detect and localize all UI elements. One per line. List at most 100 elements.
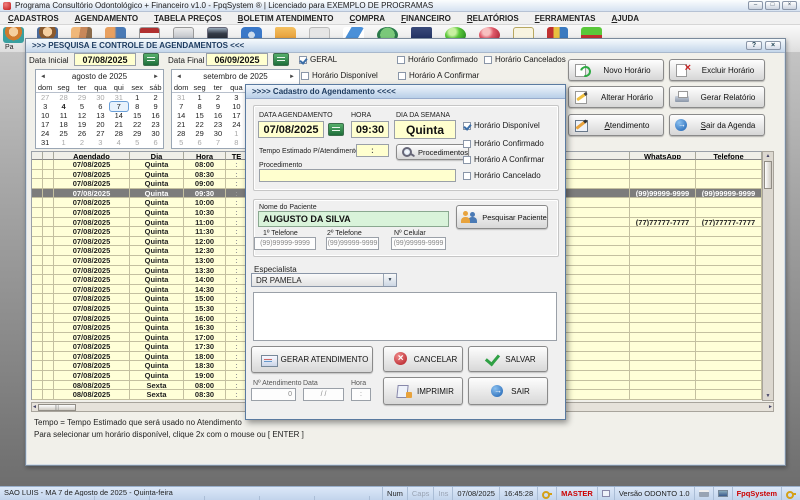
calendar-day[interactable]: 30 xyxy=(146,129,164,138)
checkbox-horario-confirmado[interactable]: Horário Confirmado xyxy=(397,55,478,64)
calendar-day[interactable]: 8 xyxy=(227,138,245,147)
calendar-day[interactable]: 1 xyxy=(54,138,72,147)
calendar-day[interactable]: 27 xyxy=(91,129,109,138)
scroll-right-icon[interactable]: ► xyxy=(768,403,773,411)
checkbox-box[interactable] xyxy=(398,72,406,80)
menu-item[interactable]: COMPRA xyxy=(342,14,394,23)
gerar-atendimento-button[interactable]: GERAR ATENDIMENTO xyxy=(251,346,373,373)
calendar-day[interactable]: 29 xyxy=(128,129,146,138)
dialog-checkbox-horario-disponivel[interactable]: Horário Disponível xyxy=(463,121,540,130)
column-header[interactable]: Hora xyxy=(184,152,226,160)
calendar-day[interactable]: 17 xyxy=(227,111,245,120)
checkbox-box[interactable] xyxy=(463,140,471,148)
calendar-day[interactable]: 28 xyxy=(172,129,190,138)
calendar-day[interactable]: 21 xyxy=(110,120,128,129)
calendar-day[interactable]: 10 xyxy=(36,111,54,120)
excluir-horario-button[interactable]: Excluir Horário xyxy=(669,59,765,81)
calendar-day[interactable]: 1 xyxy=(227,129,245,138)
scroll-left-icon[interactable]: ◄ xyxy=(32,403,37,411)
calendar-day[interactable]: 2 xyxy=(209,93,227,102)
menu-item[interactable]: FERRAMENTAS xyxy=(527,14,604,23)
calendar-day[interactable]: 9 xyxy=(209,102,227,111)
help-button[interactable]: ? xyxy=(746,41,762,50)
especialista-dropdown[interactable]: DR PAMELA▼ xyxy=(251,273,397,287)
data-agendamento-field[interactable]: 07/08/2025 xyxy=(258,121,324,138)
checkbox-box[interactable] xyxy=(299,56,307,64)
calendar-day[interactable]: 5 xyxy=(128,138,146,147)
hora-atendimento-field[interactable]: : xyxy=(351,388,371,401)
calendar-day[interactable]: 28 xyxy=(54,93,72,102)
atendimento-button[interactable]: Atendimento xyxy=(568,114,664,136)
calendar-day[interactable]: 11 xyxy=(54,111,72,120)
calendar-day[interactable]: 28 xyxy=(110,129,128,138)
prev-month-icon[interactable]: ◄ xyxy=(40,74,46,80)
scroll-thumb[interactable]: ||| xyxy=(38,404,76,411)
checkbox-horario-disponivel[interactable]: Horário Disponível xyxy=(301,71,378,80)
agenda-window-titlebar[interactable]: >>> PESQUISA E CONTROLE DE AGENDAMENTOS … xyxy=(26,39,785,53)
alterar-horario-button[interactable]: Alterar Horário xyxy=(568,86,664,108)
sair-agenda-button[interactable]: Sair da Agenda xyxy=(669,114,765,136)
calendar-day[interactable]: 7 xyxy=(209,138,227,147)
calendar-day[interactable]: 6 xyxy=(146,138,164,147)
column-header[interactable]: WhatsApp xyxy=(630,152,696,160)
calendar-day[interactable]: 30 xyxy=(91,93,109,102)
calendar-day[interactable]: 2 xyxy=(146,93,164,102)
woman-icon[interactable] xyxy=(3,27,24,43)
data-final-field[interactable]: 06/09/2025 xyxy=(206,53,268,66)
calendar-day[interactable]: 14 xyxy=(172,111,190,120)
checkbox-horario-cancelados[interactable]: Horário Cancelados xyxy=(484,55,566,64)
tempo-estimado-field[interactable]: : xyxy=(356,144,389,157)
checkbox-box[interactable] xyxy=(463,122,471,130)
dialog-titlebar[interactable]: >>>> Cadastro do Agendamento <<<< xyxy=(246,85,565,99)
menu-item[interactable]: FINANCEIRO xyxy=(393,14,459,23)
calendar-day[interactable]: 13 xyxy=(91,111,109,120)
calendar-day[interactable]: 31 xyxy=(172,93,190,102)
nome-paciente-field[interactable]: AUGUSTO DA SILVA xyxy=(258,211,449,227)
scroll-down-icon[interactable]: ▼ xyxy=(766,392,771,400)
observacoes-textarea[interactable] xyxy=(253,292,557,341)
menu-item[interactable]: AJUDA xyxy=(603,14,647,23)
close-button[interactable]: × xyxy=(782,1,797,10)
calendar-day[interactable]: 3 xyxy=(227,93,245,102)
calendar-day[interactable]: 22 xyxy=(190,120,208,129)
celular-field[interactable]: (99)99999-9999 xyxy=(391,237,446,250)
calendar-day[interactable]: 18 xyxy=(54,120,72,129)
calendar-day[interactable]: 22 xyxy=(128,120,146,129)
calendar-day[interactable]: 5 xyxy=(172,138,190,147)
calendar-day[interactable]: 29 xyxy=(73,93,91,102)
calendar-day[interactable]: 26 xyxy=(73,129,91,138)
calendar-day[interactable]: 8 xyxy=(128,102,146,111)
checkbox-box[interactable] xyxy=(463,172,471,180)
calendar-day[interactable]: 25 xyxy=(54,129,72,138)
calendar-day[interactable]: 14 xyxy=(110,111,128,120)
menu-item[interactable]: AGENDAMENTO xyxy=(67,14,146,23)
calendar-day[interactable]: 5 xyxy=(73,102,91,111)
calendar-day[interactable]: 1 xyxy=(128,93,146,102)
column-header[interactable]: Agendado xyxy=(54,152,130,160)
calendar-day[interactable]: 16 xyxy=(209,111,227,120)
calendar-day[interactable]: 24 xyxy=(227,120,245,129)
vertical-scrollbar[interactable]: ▲▼ xyxy=(762,151,774,401)
column-header[interactable] xyxy=(32,152,43,160)
calendar-day[interactable]: 4 xyxy=(110,138,128,147)
menu-item[interactable]: TABELA PREÇOS xyxy=(146,14,230,23)
calendar-day[interactable]: 6 xyxy=(91,102,109,111)
checkbox-box[interactable] xyxy=(301,72,309,80)
calendar-day[interactable]: 6 xyxy=(190,138,208,147)
chevron-down-icon[interactable]: ▼ xyxy=(383,274,396,286)
calendar-day[interactable]: 23 xyxy=(146,120,164,129)
menu-item[interactable]: RELATÓRIOS xyxy=(459,14,527,23)
calendar-day[interactable]: 23 xyxy=(209,120,227,129)
salvar-button[interactable]: SALVAR xyxy=(468,346,548,372)
checkbox-box[interactable] xyxy=(463,156,471,164)
calendar-day[interactable]: 31 xyxy=(36,138,54,147)
data-final-calendar-icon[interactable] xyxy=(273,53,289,66)
calendar-day[interactable]: 17 xyxy=(36,120,54,129)
calendar-day[interactable]: 27 xyxy=(36,93,54,102)
calendar-day[interactable]: 8 xyxy=(190,102,208,111)
calendar-day[interactable]: 12 xyxy=(73,111,91,120)
calendar-day[interactable]: 2 xyxy=(73,138,91,147)
calendar-day[interactable]: 20 xyxy=(91,120,109,129)
calendar-day[interactable]: 3 xyxy=(91,138,109,147)
checkbox-box[interactable] xyxy=(484,56,492,64)
